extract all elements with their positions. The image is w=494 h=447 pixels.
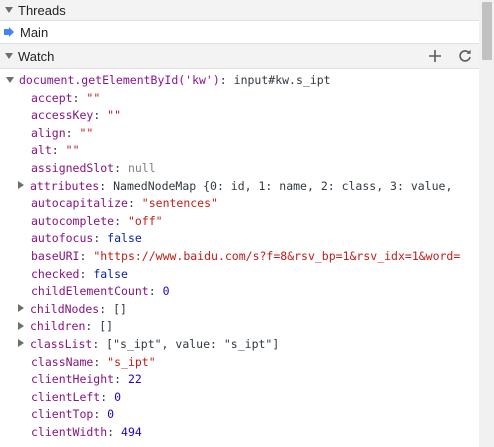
chevron-down-icon <box>5 7 13 13</box>
thread-label: Main <box>20 24 49 40</box>
property-value: 0 <box>114 389 122 404</box>
chevron-down-icon <box>6 76 14 83</box>
property-row-clientWidth[interactable]: clientWidth: 494 <box>0 424 494 442</box>
property-row-clientHeight[interactable]: clientHeight: 22 <box>0 371 494 389</box>
property-value: "" <box>107 108 122 123</box>
property-value: 494 <box>121 424 142 439</box>
watch-section-header[interactable]: Watch <box>0 44 494 69</box>
property-value: 0 <box>162 284 170 299</box>
add-watch-expression-button[interactable] <box>426 47 444 65</box>
property-row-checked[interactable]: checked: false <box>0 266 494 284</box>
property-name: className <box>31 354 94 369</box>
property-row-autocomplete[interactable]: autocomplete: "off" <box>0 213 494 231</box>
chevron-right-icon <box>18 304 24 313</box>
property-row-clientLeft[interactable]: clientLeft: 0 <box>0 389 494 407</box>
property-row-autofocus[interactable]: autofocus: false <box>0 230 494 248</box>
property-value: [] <box>113 301 127 316</box>
property-row-align[interactable]: align: "" <box>0 125 494 143</box>
watch-title: Watch <box>18 48 55 64</box>
property-value: false <box>107 231 142 246</box>
property-value: [] <box>99 319 114 334</box>
property-name: autocapitalize <box>31 196 128 211</box>
property-value: NamedNodeMap {0: id, 1: name, 2: class, … <box>113 178 453 193</box>
threads-section-header[interactable]: Threads <box>0 0 494 21</box>
property-row-className[interactable]: className: "s_ipt" <box>0 354 494 372</box>
property-value: "s_ipt" <box>107 354 156 369</box>
property-row-attributes[interactable]: attributes: NamedNodeMap {0: id, 1: name… <box>0 178 494 196</box>
property-value: "sentences" <box>141 196 218 211</box>
scrollbar-thumb[interactable] <box>482 2 492 60</box>
property-name: children <box>30 319 86 334</box>
plus-icon <box>429 50 441 62</box>
property-value: "" <box>65 143 80 158</box>
property-row-accept[interactable]: accept: "" <box>0 90 494 108</box>
watch-expression-row[interactable]: document.getElementById('kw'): input#kw.… <box>0 72 494 90</box>
refresh-watch-button[interactable] <box>456 47 474 65</box>
property-row-alt[interactable]: alt: "" <box>0 142 494 160</box>
property-value: 22 <box>127 372 142 387</box>
property-value: "" <box>86 90 101 105</box>
chevron-right-icon <box>18 181 24 190</box>
thread-item-main[interactable]: Main <box>0 21 494 44</box>
property-row-children[interactable]: children: [] <box>0 318 494 336</box>
property-name: checked <box>31 266 80 281</box>
property-name: autocomplete <box>31 213 115 228</box>
property-value: ["s_ipt", value: "s_ipt"] <box>106 336 280 351</box>
property-name: alt <box>31 143 52 158</box>
property-value: "off" <box>127 213 163 228</box>
property-name: clientLeft <box>31 389 101 404</box>
threads-title: Threads <box>18 2 66 18</box>
property-value: "https://www.baidu.com/s?f=8&rsv_bp=1&rs… <box>93 248 461 263</box>
property-name: autofocus <box>31 231 94 246</box>
property-value: "" <box>79 125 94 140</box>
property-name: clientWidth <box>31 424 108 439</box>
property-row-accessKey[interactable]: accessKey: "" <box>0 107 494 125</box>
property-row-classList[interactable]: classList: ["s_ipt", value: "s_ipt"] <box>0 336 494 354</box>
property-row-clientTop[interactable]: clientTop: 0 <box>0 406 494 424</box>
watch-expression-value: input#kw.s_ipt <box>233 73 331 87</box>
property-value: 0 <box>107 407 115 422</box>
property-name: assignedSlot <box>31 160 115 175</box>
property-name: childElementCount <box>31 284 149 299</box>
vertical-scrollbar[interactable] <box>479 0 494 447</box>
chevron-down-icon <box>5 53 13 59</box>
current-thread-arrow-icon <box>4 27 14 37</box>
property-name: clientHeight <box>31 372 115 387</box>
refresh-icon <box>459 49 471 62</box>
property-row-autocapitalize[interactable]: autocapitalize: "sentences" <box>0 195 494 213</box>
property-name: childNodes <box>30 301 100 316</box>
property-value: null <box>127 160 156 175</box>
property-row-childElementCount[interactable]: childElementCount: 0 <box>0 283 494 301</box>
property-name: align <box>31 125 66 140</box>
property-name: accessKey <box>31 108 94 123</box>
property-name: classList <box>30 336 93 351</box>
property-name: attributes <box>30 178 100 193</box>
property-row-childNodes[interactable]: childNodes: [] <box>0 301 494 319</box>
property-name: accept <box>31 90 73 105</box>
watch-tree: document.getElementById('kw'): input#kw.… <box>0 69 494 441</box>
property-row-assignedSlot[interactable]: assignedSlot: null <box>0 160 494 178</box>
watch-expression: document.getElementById('kw') <box>19 73 220 87</box>
property-name: clientTop <box>31 407 94 422</box>
property-name: baseURI <box>31 248 80 263</box>
chevron-right-icon <box>18 321 24 330</box>
property-row-baseURI[interactable]: baseURI: "https://www.baidu.com/s?f=8&rs… <box>0 248 494 266</box>
property-value: false <box>93 266 128 281</box>
chevron-right-icon <box>18 339 24 348</box>
